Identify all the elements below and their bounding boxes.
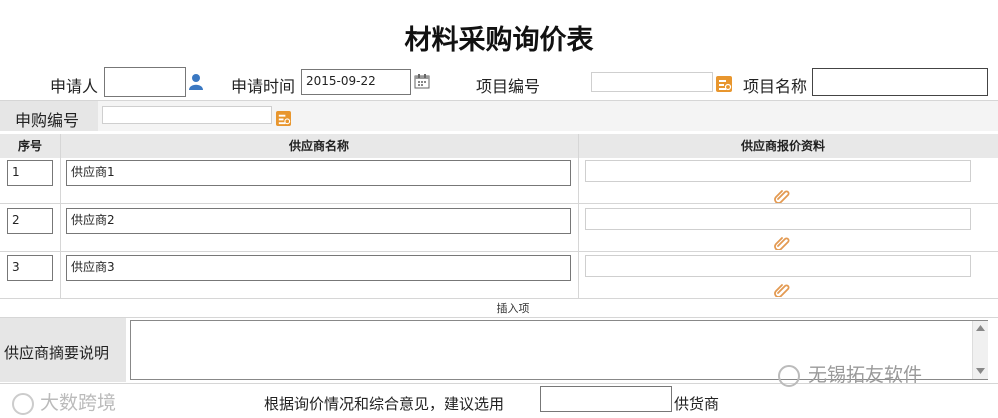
applicant-label: 申请人 <box>50 77 99 96</box>
table-row-seq-input[interactable]: 2 <box>7 208 53 234</box>
divider <box>0 317 998 318</box>
header-supplier-name: 供应商名称 <box>288 139 349 153</box>
scroll-down-icon[interactable] <box>976 368 985 374</box>
header-quote-info: 供应商报价资料 <box>740 139 825 153</box>
watermark-left: 大数跨境 <box>12 388 116 415</box>
grid-line <box>578 134 579 298</box>
form-title: 材料采购询价表 <box>404 25 594 56</box>
table-row-supplier-input[interactable]: 供应商2 <box>66 208 571 234</box>
user-icon[interactable] <box>188 73 204 91</box>
grid-line <box>0 251 998 252</box>
lookup-icon[interactable] <box>276 111 291 126</box>
lookup-icon[interactable] <box>716 76 732 92</box>
project-name-input[interactable] <box>812 68 988 96</box>
header-seq: 序号 <box>17 139 42 153</box>
project-no-input[interactable] <box>591 72 713 92</box>
recommend-prefix: 根据询价情况和综合意见，建议选用 <box>264 395 505 413</box>
table-row-seq-input[interactable]: 1 <box>7 160 53 186</box>
table-row-supplier-input[interactable]: 供应商1 <box>66 160 571 186</box>
table-row-quote-input[interactable] <box>585 160 971 182</box>
scroll-up-icon[interactable] <box>976 325 985 331</box>
project-name-label: 项目名称 <box>743 77 808 96</box>
paperclip-icon[interactable] <box>774 234 790 250</box>
purchase-no-input[interactable] <box>102 106 272 124</box>
table-row-supplier-input[interactable]: 供应商3 <box>66 255 571 281</box>
project-no-label: 项目编号 <box>476 77 541 96</box>
table-row-quote-input[interactable] <box>585 255 971 277</box>
apply-time-input[interactable]: 2015-09-22 <box>301 69 411 95</box>
purchase-no-label: 申购编号 <box>15 111 80 130</box>
paperclip-icon[interactable] <box>774 281 790 297</box>
recommend-suffix: 供货商 <box>674 395 720 413</box>
summary-label: 供应商摘要说明 <box>4 344 110 362</box>
calendar-icon[interactable] <box>414 73 430 89</box>
watermark-right: 无锡拓友软件 <box>778 360 922 387</box>
grid-line <box>60 134 61 298</box>
apply-time-label: 申请时间 <box>231 77 296 96</box>
grid-line <box>0 298 998 299</box>
table-row-seq-input[interactable]: 3 <box>7 255 53 281</box>
paperclip-icon[interactable] <box>774 187 790 203</box>
insert-item-link[interactable]: 插入项 <box>0 300 998 316</box>
grid-line <box>0 203 998 204</box>
summary-scrollbar[interactable] <box>972 321 988 379</box>
applicant-input[interactable] <box>104 67 186 97</box>
table-row-quote-input[interactable] <box>585 208 971 230</box>
recommend-supplier-input[interactable] <box>540 386 672 412</box>
